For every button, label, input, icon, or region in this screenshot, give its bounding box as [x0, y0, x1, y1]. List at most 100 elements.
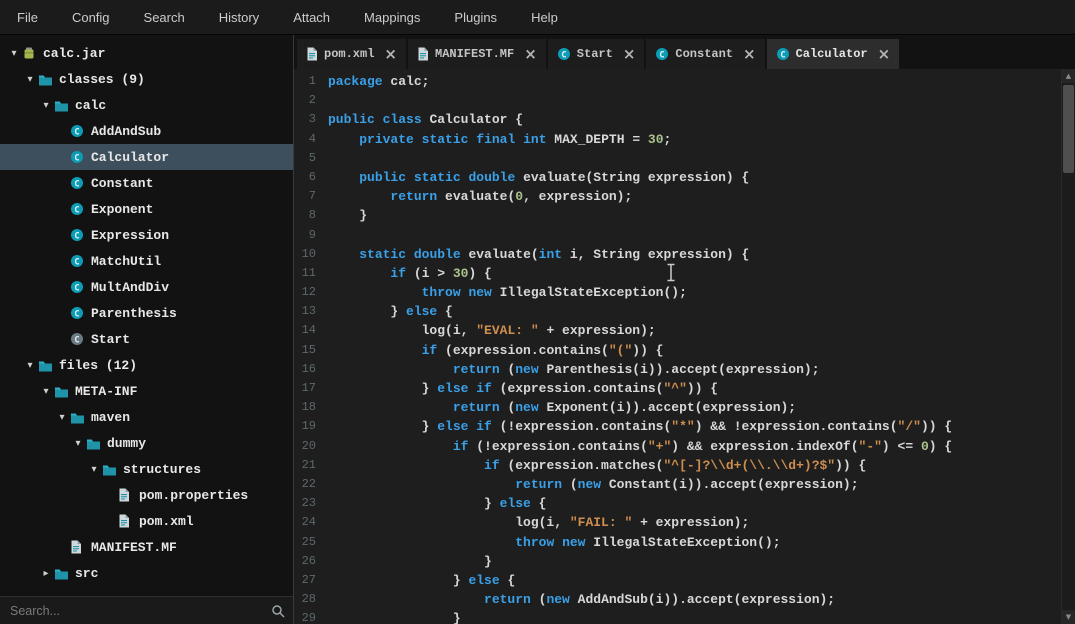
menubar: File Config Search History Attach Mappings Plu… [0, 0, 1075, 35]
code-text: throw new IllegalStateException(); [421, 285, 687, 301]
code-line: 7 return evaluate(0, expression); [298, 187, 1061, 206]
tree-item-label: META-INF [75, 383, 138, 399]
code-line: 28 return (new AddAndSub(i)).accept(expr… [298, 590, 1061, 609]
tree-item-label: Parenthesis [91, 305, 177, 321]
collapse-arrow-icon[interactable]: ▾ [38, 386, 54, 397]
close-icon[interactable]: × [743, 46, 756, 62]
code-text: throw new IllegalStateException(); [515, 534, 781, 550]
class-icon: C [70, 124, 88, 138]
collapse-arrow-icon[interactable]: ▾ [22, 74, 38, 85]
scrollbar-up-icon[interactable]: ▲ [1062, 69, 1075, 83]
file-icon [306, 47, 318, 61]
expand-arrow-icon[interactable]: ▸ [38, 568, 54, 579]
tree-item-label: Exponent [91, 201, 154, 217]
tree-item-constant[interactable]: C Constant [0, 170, 293, 196]
tab-constant[interactable]: C Constant × [646, 39, 765, 69]
collapse-arrow-icon[interactable]: ▾ [6, 48, 22, 59]
tree-item-label: calc [75, 97, 107, 113]
code-text: return (new Exponent(i)).accept(expressi… [452, 400, 797, 416]
tree-item-calculator[interactable]: C Calculator [0, 144, 293, 170]
tree-item-parenthesis[interactable]: C Parenthesis [0, 300, 293, 326]
tree-item-classes-9-[interactable]: ▾ classes (9) [0, 66, 293, 92]
collapse-arrow-icon[interactable]: ▾ [86, 464, 102, 475]
sidebar-search [0, 596, 293, 624]
line-number: 18 [301, 400, 316, 415]
close-icon[interactable]: × [878, 46, 891, 62]
class-gray-icon: C [70, 332, 88, 346]
line-number: 26 [301, 553, 316, 568]
file-icon [417, 47, 429, 61]
file-tree[interactable]: ▾ calc.jar ▾ classes (9) ▾ calc C AddAndSub C Cal… [0, 35, 293, 596]
tree-item-maven[interactable]: ▾ maven [0, 404, 293, 430]
menu-item-plugins[interactable]: Plugins [437, 0, 514, 34]
menu-item-mappings[interactable]: Mappings [347, 0, 437, 34]
main-content: ▾ calc.jar ▾ classes (9) ▾ calc C AddAndSub C Cal… [0, 35, 1075, 624]
tree-item-start[interactable]: C Start [0, 326, 293, 352]
tree-item-structures[interactable]: ▾ structures [0, 456, 293, 482]
class-icon: C [70, 150, 88, 164]
line-number: 24 [301, 515, 316, 530]
tree-item-label: MatchUtil [91, 253, 162, 269]
line-number: 13 [301, 304, 316, 319]
collapse-arrow-icon[interactable]: ▾ [54, 412, 70, 423]
scrollbar-thumb[interactable] [1063, 85, 1074, 173]
tree-item-manifest-mf[interactable]: MANIFEST.MF [0, 534, 293, 560]
search-input[interactable] [0, 603, 293, 618]
menu-item-attach[interactable]: Attach [276, 0, 347, 34]
folder-icon [86, 437, 104, 450]
editor-pane: pom.xml × MANIFEST.MF × C Start × C Constant × C Ca… [294, 35, 1075, 624]
collapse-arrow-icon[interactable]: ▾ [70, 438, 86, 449]
vertical-scrollbar[interactable]: ▲ ▼ [1061, 69, 1075, 624]
close-icon[interactable]: × [524, 46, 537, 62]
tree-item-label: pom.properties [139, 487, 249, 503]
tree-item-meta-inf[interactable]: ▾ META-INF [0, 378, 293, 404]
tab-pom-xml[interactable]: pom.xml × [297, 39, 406, 69]
collapse-arrow-icon[interactable]: ▾ [22, 360, 38, 371]
tab-label: MANIFEST.MF [435, 47, 515, 61]
tree-item-multanddiv[interactable]: C MultAndDiv [0, 274, 293, 300]
tab-manifest-mf[interactable]: MANIFEST.MF × [408, 39, 546, 69]
tree-item-matchutil[interactable]: C MatchUtil [0, 248, 293, 274]
tab-calculator[interactable]: C Calculator × [766, 39, 900, 69]
collapse-arrow-icon[interactable]: ▾ [38, 100, 54, 111]
class-icon: C [70, 280, 88, 294]
tree-item-pom-properties[interactable]: pom.properties [0, 482, 293, 508]
code-line: 3 public class Calculator { [298, 110, 1061, 129]
menu-item-search[interactable]: Search [127, 0, 202, 34]
svg-text:C: C [74, 231, 79, 241]
scrollbar-down-icon[interactable]: ▼ [1062, 610, 1075, 624]
tree-item-calc-jar[interactable]: ▾ calc.jar [0, 40, 293, 66]
code-text: return (new AddAndSub(i)).accept(express… [484, 592, 836, 608]
tree-item-src[interactable]: ▸ src [0, 560, 293, 586]
line-number: 17 [301, 381, 316, 395]
menu-item-history[interactable]: History [202, 0, 276, 34]
menu-item-config[interactable]: Config [55, 0, 127, 34]
code-text: public static double evaluate(String exp… [359, 169, 750, 185]
class-icon: C [655, 47, 669, 61]
close-icon[interactable]: × [623, 46, 636, 62]
tree-item-pom-xml[interactable]: pom.xml [0, 508, 293, 534]
tree-item-files-12-[interactable]: ▾ files (12) [0, 352, 293, 378]
tab-label: Start [576, 47, 613, 61]
code-line: 13 } else { [298, 302, 1061, 321]
tab-bar: pom.xml × MANIFEST.MF × C Start × C Constant × C Ca… [294, 35, 1075, 69]
tree-item-label: Constant [91, 175, 154, 191]
close-icon[interactable]: × [384, 46, 397, 62]
tree-item-expression[interactable]: C Expression [0, 222, 293, 248]
menu-item-file[interactable]: File [0, 0, 55, 34]
tab-start[interactable]: C Start × [547, 39, 645, 69]
tree-item-dummy[interactable]: ▾ dummy [0, 430, 293, 456]
code-text: log(i, "EVAL: " + expression); [328, 323, 656, 339]
code-line: 22 return (new Constant(i)).accept(expre… [298, 475, 1061, 494]
line-number: 2 [308, 93, 316, 108]
tree-item-label: Calculator [91, 149, 170, 165]
tree-item-calc[interactable]: ▾ calc [0, 92, 293, 118]
tree-item-exponent[interactable]: C Exponent [0, 196, 293, 222]
class-icon: C [776, 47, 790, 61]
line-number: 20 [301, 438, 316, 453]
menu-item-help[interactable]: Help [514, 0, 575, 34]
scrollbar-track[interactable] [1062, 83, 1075, 610]
code-area[interactable]: 1 package calc; 2 3 public class Calculator … [294, 69, 1075, 624]
line-number: 1 [308, 74, 316, 88]
tree-item-addandsub[interactable]: C AddAndSub [0, 118, 293, 144]
